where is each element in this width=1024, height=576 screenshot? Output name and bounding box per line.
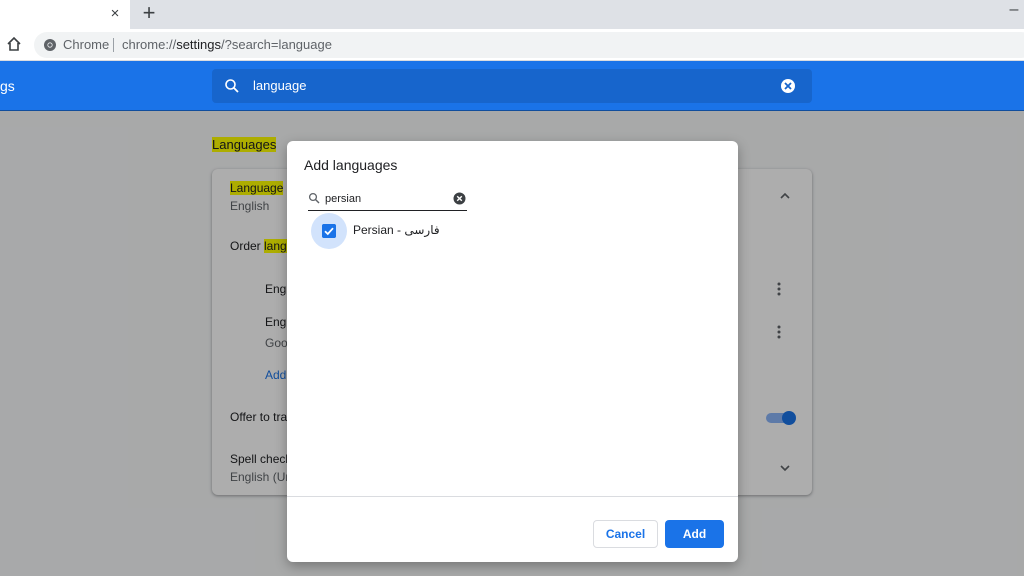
add-button[interactable]: Add <box>665 520 724 548</box>
address-bar[interactable]: Chrome chrome://settings/?search=languag… <box>34 32 1024 58</box>
url-text[interactable]: chrome://settings/?search=language <box>122 37 332 52</box>
tab-strip: × + – <box>0 0 1024 29</box>
address-divider <box>113 38 114 52</box>
checkbox-checked-icon[interactable] <box>322 224 336 238</box>
active-tab[interactable]: × <box>0 0 130 29</box>
dialog-title: Add languages <box>304 157 398 173</box>
dialog-search-input[interactable] <box>325 190 445 208</box>
settings-header: gs language <box>0 61 1024 111</box>
clear-search-icon[interactable] <box>780 78 796 94</box>
search-icon <box>225 79 239 93</box>
settings-search-input[interactable]: language <box>253 78 307 93</box>
minimize-icon[interactable]: – <box>1004 2 1024 22</box>
add-languages-dialog: Add languages Persian - فارسی Cancel Add <box>287 141 738 562</box>
search-icon <box>308 192 320 204</box>
browser-toolbar: Chrome chrome://settings/?search=languag… <box>0 29 1024 61</box>
url-prefix: chrome:// <box>122 37 177 52</box>
home-icon[interactable] <box>5 35 23 53</box>
settings-title: gs <box>0 78 15 94</box>
chrome-logo-icon <box>44 39 56 51</box>
settings-search-bar[interactable]: language <box>212 69 812 103</box>
dialog-divider <box>287 496 738 497</box>
new-tab-icon[interactable]: + <box>138 2 160 25</box>
url-host: settings <box>176 37 221 52</box>
url-path: /?search=language <box>221 37 332 52</box>
clear-search-icon[interactable] <box>453 192 466 205</box>
language-option-label: Persian - فارسی <box>353 223 440 237</box>
cancel-button[interactable]: Cancel <box>593 520 658 548</box>
language-option[interactable]: Persian - فارسی <box>311 213 511 249</box>
site-chip: Chrome <box>63 37 110 52</box>
tab-close-icon[interactable]: × <box>106 5 124 23</box>
dialog-search <box>308 189 467 211</box>
